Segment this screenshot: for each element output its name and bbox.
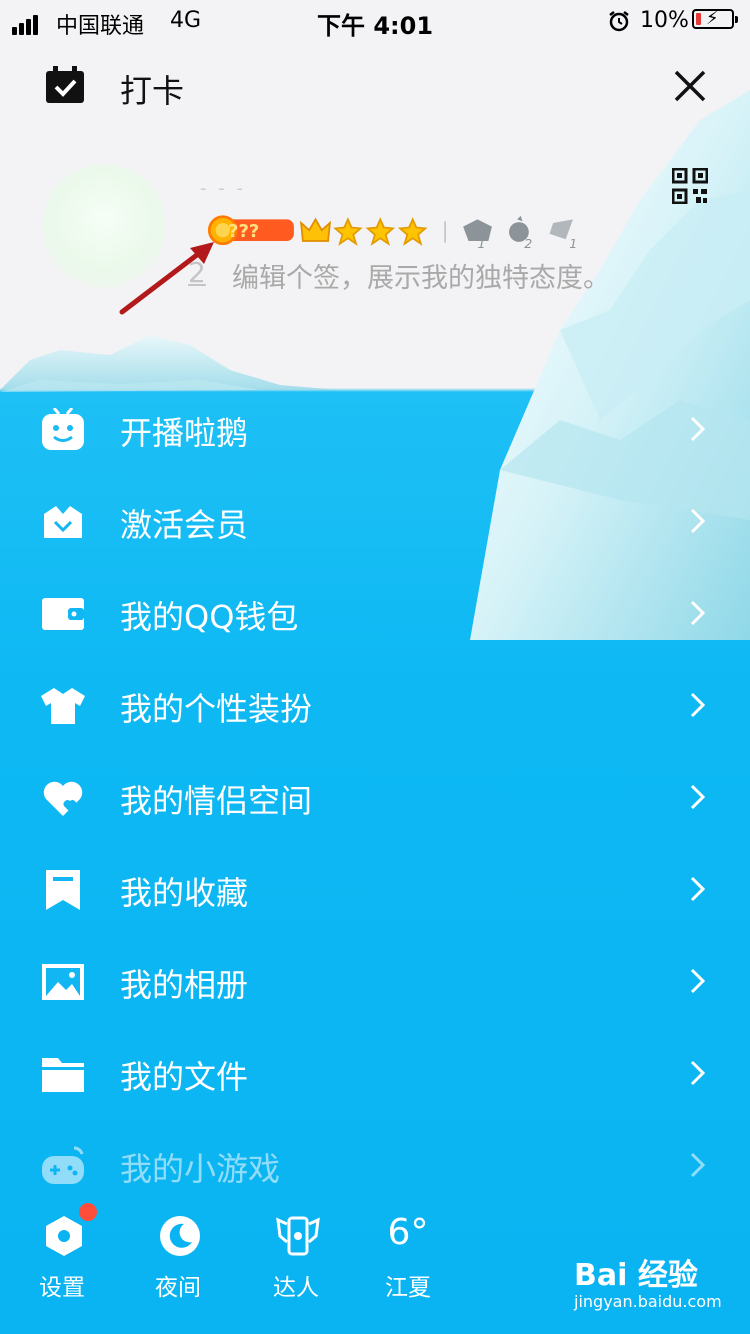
- night-label: 夜间: [155, 1275, 201, 1301]
- menu-item-label: 我的情侣空间: [120, 782, 313, 820]
- star-icons: [333, 217, 428, 246]
- signature-text[interactable]: 编辑个签，展示我的独特态度。: [232, 256, 610, 295]
- menu-item-vip[interactable]: 激活会员: [0, 476, 750, 568]
- alarm-icon: [609, 11, 629, 32]
- menu-item-live[interactable]: 开播啦鹅: [0, 384, 750, 476]
- menu-item-label: 我的个性装扮: [120, 690, 313, 728]
- folder-icon: [42, 1058, 84, 1092]
- baidu-jingyan-watermark: Bai 经验 jingyan.baidu.com: [574, 1250, 744, 1311]
- rank-count-2: 2: [524, 236, 532, 250]
- checkin-title[interactable]: 打卡: [120, 66, 184, 112]
- drawer-menu: 开播啦鹅 激活会员 我的QQ钱包 我的个性装扮 我的情侣空间 我的收藏 我的相册…: [0, 384, 750, 1212]
- menu-item-label: 我的小游戏: [120, 1150, 281, 1188]
- tv-robot-icon: [42, 408, 84, 450]
- calendar-check-icon[interactable]: [44, 66, 86, 104]
- menu-item-label: 我的文件: [120, 1058, 249, 1096]
- chevron-right-icon: [690, 876, 706, 902]
- weather-temperature: 6°: [387, 1212, 429, 1253]
- photo-icon: [42, 964, 84, 1000]
- menu-item-label: 开播啦鹅: [120, 414, 249, 452]
- gear-icon: [46, 1216, 82, 1256]
- bookmark-icon: [46, 870, 80, 910]
- menu-item-couple[interactable]: 我的情侣空间: [0, 752, 750, 844]
- badge-label: ???: [228, 221, 260, 242]
- rank-count-1: 1: [478, 236, 486, 250]
- menu-item-minigames[interactable]: 我的小游戏: [0, 1120, 750, 1212]
- winged-phone-icon: [276, 1216, 320, 1256]
- notification-dot: [79, 1203, 97, 1221]
- menu-item-label: 我的QQ钱包: [120, 598, 299, 636]
- chevron-right-icon: [690, 600, 706, 626]
- heart-icon: [43, 781, 83, 816]
- chevron-right-icon: [690, 416, 706, 442]
- chevron-right-icon: [690, 1152, 706, 1178]
- rank-count-3: 1: [569, 236, 577, 250]
- moon-icon: [160, 1216, 200, 1256]
- shirt-icon: [41, 688, 85, 724]
- chevron-right-icon: [690, 508, 706, 534]
- chevron-right-icon: [690, 784, 706, 810]
- chevron-right-icon: [690, 968, 706, 994]
- battery-icon: ⚡: [692, 8, 738, 29]
- crown-icon: [299, 217, 332, 242]
- crown-icon: [44, 506, 82, 538]
- wallet-icon: [42, 598, 84, 630]
- menu-item-theme[interactable]: 我的个性装扮: [0, 660, 750, 752]
- menu-item-label: 我的相册: [120, 966, 249, 1004]
- qq-side-drawer: 中国联通 4G 下午 4:01 10% ⚡ 打卡 - - - 1 2 1 ???…: [0, 0, 750, 1334]
- watermark-url: jingyan.baidu.com: [574, 1292, 722, 1311]
- chevron-right-icon: [690, 692, 706, 718]
- expert-label: 达人: [273, 1275, 319, 1301]
- clock: 下午 4:01: [316, 12, 434, 40]
- chevron-right-icon: [690, 1060, 706, 1086]
- menu-item-label: 激活会员: [120, 506, 249, 544]
- gamepad-icon: [42, 1146, 84, 1184]
- menu-item-files[interactable]: 我的文件: [0, 1028, 750, 1120]
- signature-prefix: 2: [188, 256, 206, 289]
- menu-item-wallet[interactable]: 我的QQ钱包: [0, 568, 750, 660]
- menu-item-album[interactable]: 我的相册: [0, 936, 750, 1028]
- nickname-placeholder[interactable]: - - -: [200, 178, 246, 199]
- settings-label: 设置: [39, 1275, 85, 1301]
- close-icon[interactable]: [670, 66, 710, 106]
- battery-percent: 10%: [640, 8, 689, 33]
- menu-item-label: 我的收藏: [120, 874, 249, 912]
- weather-city: 江夏: [385, 1275, 431, 1301]
- watermark-brand: Bai 经验: [574, 1258, 698, 1293]
- menu-item-favorites[interactable]: 我的收藏: [0, 844, 750, 936]
- qr-code-icon[interactable]: [672, 168, 708, 204]
- status-bar: 中国联通 4G 下午 4:01 10% ⚡: [0, 0, 750, 42]
